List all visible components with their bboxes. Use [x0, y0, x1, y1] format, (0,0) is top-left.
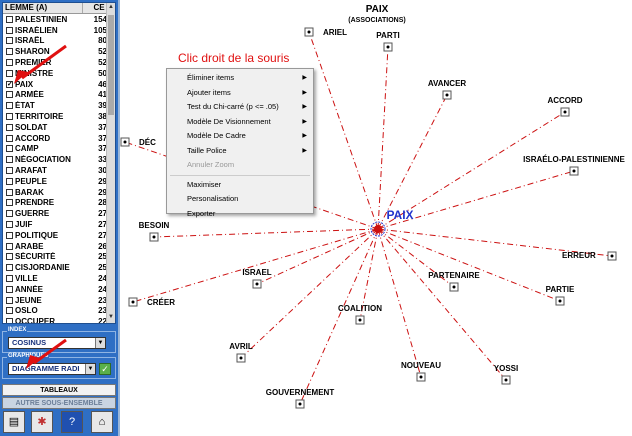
node-dot [131, 300, 135, 304]
association-line [153, 228, 379, 238]
right-click-annotation: Clic droit de la souris [178, 51, 290, 65]
menu-item[interactable]: Personalisation [167, 192, 313, 207]
node-dot [152, 235, 156, 239]
node-label: NOUVEAU [401, 361, 441, 370]
menu-item-label: Personalisation [187, 194, 239, 203]
association-line [240, 228, 379, 359]
menu-item-label: Exporter [187, 208, 216, 218]
node-dot [123, 140, 127, 144]
submenu-arrow-icon: ▶ [302, 118, 307, 125]
node-label: ERREUR [562, 251, 596, 260]
node-label: PARTI [376, 31, 399, 40]
node-dot [307, 30, 311, 34]
center-node-label: PAIX [386, 208, 413, 222]
node-label: ACCORD [547, 96, 582, 105]
submenu-arrow-icon: ▶ [302, 147, 307, 154]
association-line [377, 228, 507, 381]
association-line [256, 228, 379, 285]
menu-item[interactable]: Ajouter items ▶ [167, 86, 313, 101]
node-label: PARTIE [546, 285, 575, 294]
menu-item[interactable]: Modèle De Cadre ▶ [167, 129, 313, 144]
menu-item[interactable]: Éliminer items ▶ [167, 71, 313, 86]
association-line [377, 228, 422, 378]
arrow-to-paix [21, 44, 67, 80]
menu-item-label: Modèle De Visionnement [187, 116, 271, 126]
association-line [299, 228, 379, 405]
node-dot [563, 110, 567, 114]
node-dot [452, 285, 456, 289]
menu-item[interactable]: Taille Police ▶ [167, 144, 313, 159]
arrow-to-graphiques [33, 338, 67, 365]
menu-item-label: Test du Chi-carré (p <= .05) [187, 102, 279, 111]
menu-item[interactable]: Modèle De Visionnement ▶ [167, 115, 313, 130]
node-dot [419, 375, 423, 379]
node-dot [358, 318, 362, 322]
association-line [377, 46, 389, 230]
node-dot [558, 299, 562, 303]
node-dot [239, 356, 243, 360]
menu-item[interactable]: Test du Chi-carré (p <= .05) ▶ [167, 100, 313, 115]
chart-subtitle: (ASSOCIATIONS) [348, 17, 405, 24]
node-label: ISRAÉLO-PALESTINIENNE [523, 155, 625, 164]
submenu-arrow-icon: ▶ [302, 133, 307, 139]
submenu-arrow-icon: ▶ [302, 75, 307, 81]
menu-item-label: Ajouter items [187, 87, 231, 97]
menu-item-label: Taille Police [187, 145, 227, 155]
submenu-arrow-icon: ▶ [302, 104, 307, 110]
node-dot [255, 282, 259, 286]
menu-item: Annuler Zoom [167, 158, 313, 173]
menu-item-label: Modèle De Cadre [187, 131, 246, 140]
node-label: AVRIL [229, 342, 253, 351]
submenu-arrow-icon: ▶ [302, 89, 307, 96]
menu-item-label: Maximiser [187, 179, 222, 189]
menu-item[interactable]: Exporter [167, 207, 313, 222]
node-dot [445, 93, 449, 97]
node-dot [504, 378, 508, 382]
node-label: BESOIN [139, 221, 170, 230]
node-label: YOSSI [494, 364, 518, 373]
node-label: CRÉER [147, 298, 175, 307]
node-label: ARIEL [323, 28, 347, 37]
node-dot [298, 402, 302, 406]
menu-item[interactable]: Maximiser [167, 178, 313, 193]
context-menu[interactable]: Éliminer items ▶ Ajouter items ▶ Test du Chi… [166, 68, 314, 218]
node-label: GOUVERNEMENT [266, 388, 335, 397]
node-label: DÉC [139, 138, 156, 147]
node-label: COALITION [338, 304, 382, 313]
association-line [132, 228, 379, 303]
node-dot [610, 254, 614, 258]
node-label: AVANCER [428, 79, 467, 88]
chart-title: PAIX [366, 4, 389, 15]
node-dot [572, 169, 576, 173]
node-label: ISRAEL [242, 268, 271, 277]
menu-item-label: Éliminer items [187, 73, 235, 82]
menu-separator [170, 174, 310, 176]
node-label: PARTENAIRE [428, 271, 480, 280]
node-dot [386, 45, 390, 49]
association-line [308, 31, 379, 230]
menu-item-label: Annuler Zoom [187, 160, 235, 169]
